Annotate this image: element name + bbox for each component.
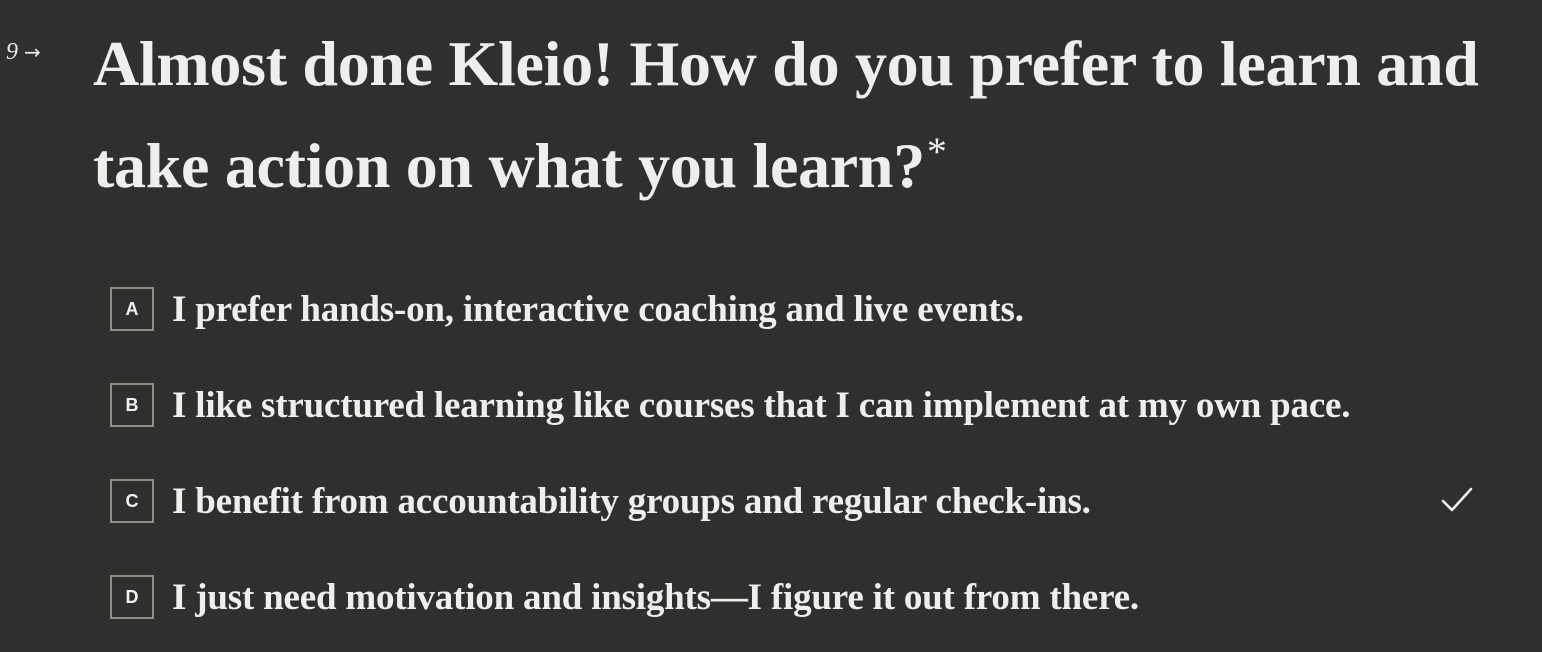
question-number-label: 9: [6, 39, 18, 65]
required-asterisk: *: [926, 129, 947, 174]
question-title-text: Almost done Kleio! How do you prefer to …: [93, 28, 1479, 201]
option-label-a: I prefer hands-on, interactive coaching …: [172, 288, 1024, 330]
option-a[interactable]: A I prefer hands-on, interactive coachin…: [110, 283, 1490, 335]
option-label-b: I like structured learning like courses …: [172, 384, 1351, 426]
question-number: 9 →: [6, 40, 41, 64]
option-key-c: C: [110, 479, 154, 523]
option-key-a: A: [110, 287, 154, 331]
option-key-b: B: [110, 383, 154, 427]
option-key-d: D: [110, 575, 154, 619]
option-label-c: I benefit from accountability groups and…: [172, 480, 1091, 522]
option-d[interactable]: D I just need motivation and insights—I …: [110, 571, 1490, 623]
option-b[interactable]: B I like structured learning like course…: [110, 379, 1490, 431]
option-label-d: I just need motivation and insights—I fi…: [172, 576, 1139, 618]
checkmark-icon: [1441, 487, 1473, 512]
question-title: Almost done Kleio! How do you prefer to …: [93, 20, 1533, 210]
option-c[interactable]: C I benefit from accountability groups a…: [110, 475, 1490, 527]
answer-options: A I prefer hands-on, interactive coachin…: [110, 283, 1490, 623]
arrow-right-icon: →: [24, 40, 41, 64]
